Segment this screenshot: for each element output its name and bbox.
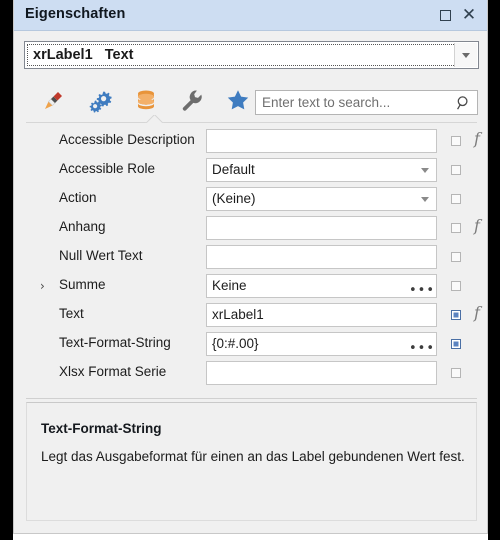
property-row[interactable]: Action (Keine)	[26, 185, 477, 214]
description-panel: Text-Format-String Legt das Ausgabeforma…	[26, 402, 477, 521]
property-value-field[interactable]: {0:#.00} •••	[206, 332, 437, 356]
property-binding-checkbox[interactable]	[451, 136, 461, 146]
property-binding-checkbox[interactable]	[451, 165, 461, 175]
description-title: Text-Format-String	[41, 421, 162, 436]
chevron-down-icon[interactable]	[421, 168, 429, 173]
search-icon	[456, 95, 471, 116]
description-separator	[26, 398, 477, 399]
property-row[interactable]: Xlsx Format Serie	[26, 359, 477, 388]
property-value-text: (Keine)	[212, 191, 256, 206]
maximize-button[interactable]	[435, 5, 455, 25]
toolbar-item-appearance[interactable]	[34, 82, 74, 118]
property-label: Xlsx Format Serie	[59, 364, 166, 379]
property-binding-checkbox[interactable]	[451, 281, 461, 291]
property-label: Accessible Role	[59, 161, 155, 176]
object-selector-dropdown-button[interactable]	[454, 43, 477, 67]
expression-fx-icon[interactable]: f	[474, 131, 480, 147]
object-selector-value: xrLabel1 Text	[28, 47, 133, 63]
property-binding-checkbox[interactable]	[451, 194, 461, 204]
toolbar-item-misc[interactable]	[172, 82, 212, 118]
properties-panel: Eigenschaften ✕ xrLabel1 Text	[13, 0, 488, 534]
close-icon: ✕	[462, 7, 476, 24]
property-value-text: {0:#.00}	[212, 336, 259, 351]
toolbar-item-data[interactable]	[126, 82, 166, 118]
property-row[interactable]: Text-Format-String {0:#.00} •••	[26, 330, 477, 359]
property-value-field[interactable]	[206, 361, 437, 385]
property-row[interactable]: › Summe Keine •••	[26, 272, 477, 301]
property-label: Text-Format-String	[59, 335, 171, 350]
maximize-icon	[440, 10, 451, 21]
paintbrush-icon	[41, 87, 67, 113]
search-input[interactable]: Enter text to search...	[256, 95, 390, 110]
expand-chevron-icon[interactable]: ›	[40, 280, 45, 292]
toolbar-item-favorites[interactable]	[218, 82, 258, 118]
object-selector-combo[interactable]: xrLabel1 Text	[24, 41, 479, 69]
database-icon	[133, 87, 159, 113]
property-value-field[interactable]: Keine •••	[206, 274, 437, 298]
property-label: Text	[59, 306, 84, 321]
description-body: Legt das Ausgabeformat für einen an das …	[41, 448, 466, 466]
property-binding-checkbox[interactable]	[451, 339, 461, 349]
property-value-text: Keine	[212, 278, 247, 293]
property-row[interactable]: Anhang f	[26, 214, 477, 243]
property-value-text: xrLabel1	[212, 307, 264, 322]
star-icon	[225, 87, 251, 113]
expression-fx-icon[interactable]: f	[474, 218, 480, 234]
property-binding-checkbox[interactable]	[451, 252, 461, 262]
chevron-down-icon[interactable]	[421, 197, 429, 202]
wrench-icon	[179, 87, 205, 113]
property-binding-checkbox[interactable]	[451, 368, 461, 378]
property-label: Anhang	[59, 219, 106, 234]
property-binding-checkbox[interactable]	[451, 310, 461, 320]
window-title: Eigenschaften	[25, 6, 125, 22]
property-label: Action	[59, 190, 97, 205]
property-row[interactable]: Null Wert Text	[26, 243, 477, 272]
property-value-field[interactable]: xrLabel1	[206, 303, 437, 327]
ellipsis-button[interactable]: •••	[412, 335, 432, 353]
screenshot-root: Eigenschaften ✕ xrLabel1 Text	[0, 0, 500, 540]
toolbar-selected-indicator	[144, 115, 170, 123]
property-label: Summe	[59, 277, 106, 292]
property-value-field[interactable]: (Keine)	[206, 187, 437, 211]
property-label: Accessible Description	[59, 132, 195, 147]
property-row[interactable]: Text xrLabel1 f	[26, 301, 477, 330]
title-bar: Eigenschaften ✕	[14, 0, 487, 31]
expression-fx-icon[interactable]: f	[474, 305, 480, 321]
toolbar-separator	[26, 122, 477, 123]
property-value-field[interactable]	[206, 129, 437, 153]
search-box[interactable]: Enter text to search...	[255, 90, 478, 115]
gears-icon	[87, 87, 113, 113]
property-label: Null Wert Text	[59, 248, 143, 263]
property-binding-checkbox[interactable]	[451, 223, 461, 233]
ellipsis-button[interactable]: •••	[412, 277, 432, 295]
close-button[interactable]: ✕	[459, 5, 479, 25]
property-row[interactable]: Accessible Description f	[26, 127, 477, 156]
property-value-text: Default	[212, 162, 255, 177]
property-grid: Accessible Description f Accessible Role De…	[26, 127, 477, 397]
property-value-field[interactable]	[206, 216, 437, 240]
toolbar-item-behavior[interactable]	[80, 82, 120, 118]
property-value-field[interactable]: Default	[206, 158, 437, 182]
property-value-field[interactable]	[206, 245, 437, 269]
object-selector-focus-ring: xrLabel1 Text	[27, 44, 456, 66]
property-row[interactable]: Accessible Role Default	[26, 156, 477, 185]
chevron-down-icon	[462, 53, 470, 58]
